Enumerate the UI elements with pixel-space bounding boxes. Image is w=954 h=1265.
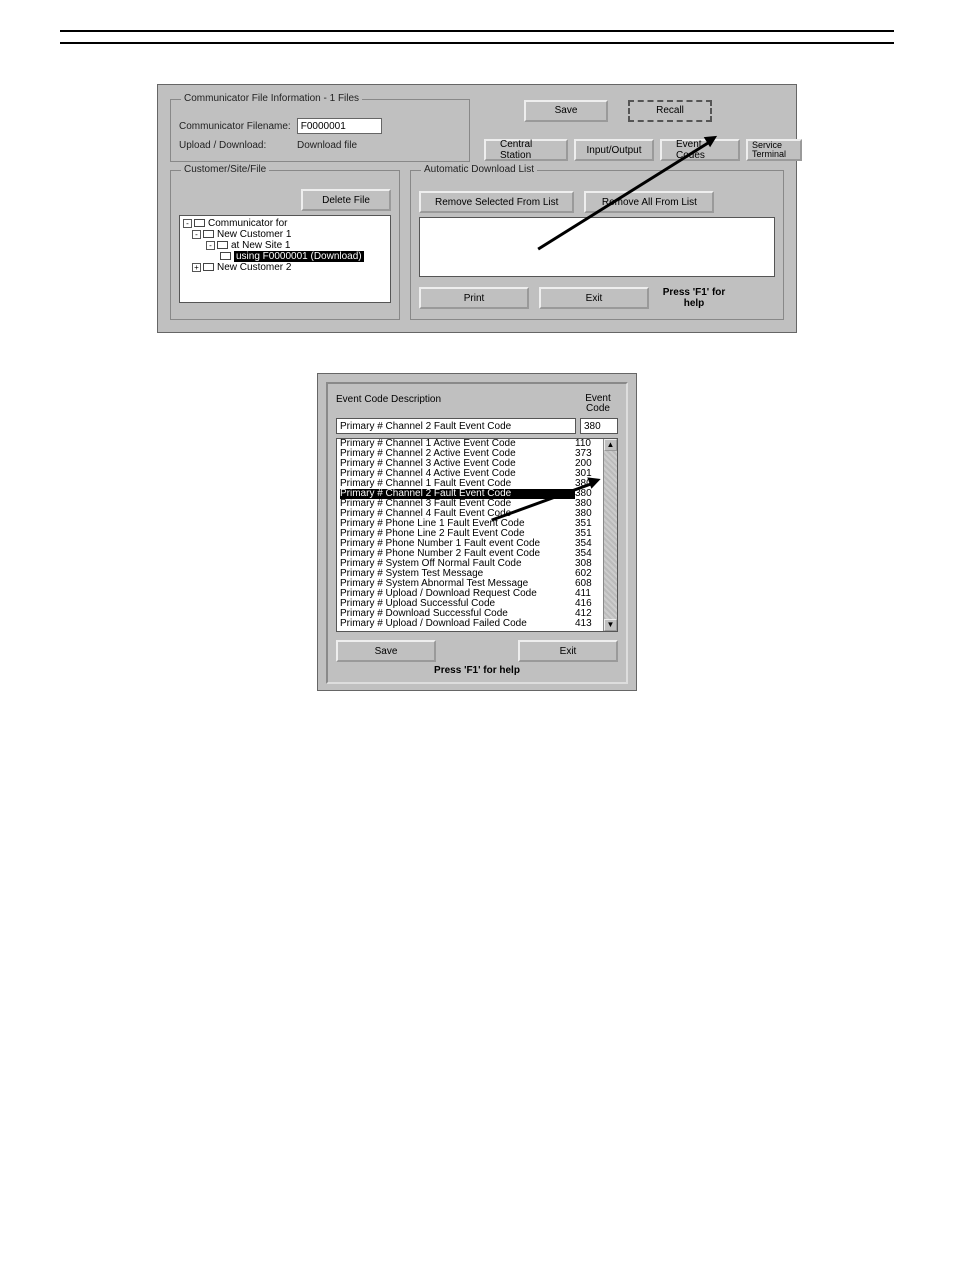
folder-icon bbox=[217, 241, 228, 249]
tab-service-terminal[interactable]: Service Terminal bbox=[746, 139, 802, 161]
list-item-code: 413 bbox=[575, 619, 603, 629]
filename-field[interactable]: F0000001 bbox=[297, 118, 382, 134]
document-page: Communicator File Information - 1 Files … bbox=[0, 30, 954, 1265]
top-right-area: Save Recall Central Station Input/Output… bbox=[484, 99, 802, 162]
save-button[interactable]: Save bbox=[336, 640, 436, 662]
screenshot-1-container: Communicator File Information - 1 Files … bbox=[157, 84, 797, 333]
screenshot-2-container: Event Code Description Event Code Primar… bbox=[317, 373, 637, 691]
file-info-legend: Communicator File Information - 1 Files bbox=[181, 93, 362, 104]
folder-icon bbox=[203, 263, 214, 271]
tab-central-station[interactable]: Central Station bbox=[484, 139, 568, 161]
customer-site-file-group: Customer/Site/File Delete File -Communic… bbox=[170, 170, 400, 320]
exit-button[interactable]: Exit bbox=[539, 287, 649, 309]
save-button[interactable]: Save bbox=[524, 100, 608, 122]
upload-label: Upload / Download: bbox=[179, 140, 291, 151]
list-item-desc: Primary # Upload / Download Failed Code bbox=[340, 619, 575, 629]
delete-file-button[interactable]: Delete File bbox=[301, 189, 391, 211]
current-desc-field[interactable]: Primary # Channel 2 Fault Event Code bbox=[336, 418, 576, 434]
folder-icon bbox=[203, 230, 214, 238]
code-header: Event Code bbox=[578, 394, 618, 414]
event-code-list[interactable]: Primary # Channel 1 Active Event Code110… bbox=[336, 438, 618, 632]
communicator-window: Communicator File Information - 1 Files … bbox=[157, 84, 797, 333]
tree-selected-file[interactable]: using F0000001 (Download) bbox=[234, 251, 364, 262]
customer-legend: Customer/Site/File bbox=[181, 164, 269, 175]
customer-tree[interactable]: -Communicator for -New Customer 1 -at Ne… bbox=[179, 215, 391, 303]
tree-customer-1: New Customer 1 bbox=[217, 229, 291, 240]
tree-toggle-icon[interactable]: + bbox=[192, 263, 201, 272]
desc-header: Event Code Description bbox=[336, 394, 441, 414]
event-codes-panel: Event Code Description Event Code Primar… bbox=[326, 382, 628, 684]
filename-label: Communicator Filename: bbox=[179, 121, 291, 132]
download-legend: Automatic Download List bbox=[421, 164, 537, 175]
remove-selected-button[interactable]: Remove Selected From List bbox=[419, 191, 574, 213]
upload-value: Download file bbox=[297, 140, 357, 151]
help-text: Press 'F1' for help bbox=[336, 665, 618, 676]
download-list[interactable] bbox=[419, 217, 775, 277]
scrollbar[interactable]: ▲ ▼ bbox=[603, 439, 617, 631]
exit-button[interactable]: Exit bbox=[518, 640, 618, 662]
tab-input-output[interactable]: Input/Output bbox=[574, 139, 654, 161]
file-info-group: Communicator File Information - 1 Files … bbox=[170, 99, 470, 162]
list-item[interactable]: Primary # Upload / Download Failed Code4… bbox=[337, 619, 617, 629]
tree-customer-2: New Customer 2 bbox=[217, 262, 291, 273]
recall-button[interactable]: Recall bbox=[628, 100, 712, 122]
print-button[interactable]: Print bbox=[419, 287, 529, 309]
help-text: Press 'F1' for help bbox=[659, 287, 729, 309]
scroll-track[interactable] bbox=[604, 451, 617, 619]
folder-icon bbox=[220, 252, 231, 260]
tree-toggle-icon[interactable]: - bbox=[206, 241, 215, 250]
tree-site-1: at New Site 1 bbox=[231, 240, 290, 251]
event-codes-window: Event Code Description Event Code Primar… bbox=[317, 373, 637, 691]
tree-toggle-icon[interactable]: - bbox=[192, 230, 201, 239]
current-code-field[interactable]: 380 bbox=[580, 418, 618, 434]
tab-event-codes[interactable]: Event Codes bbox=[660, 139, 740, 161]
top-rule bbox=[60, 30, 894, 32]
scroll-down-icon[interactable]: ▼ bbox=[604, 619, 617, 631]
auto-download-group: Automatic Download List Remove Selected … bbox=[410, 170, 784, 320]
scroll-up-icon[interactable]: ▲ bbox=[604, 439, 617, 451]
tree-root: Communicator for bbox=[208, 218, 287, 229]
tree-toggle-icon[interactable]: - bbox=[183, 219, 192, 228]
folder-icon bbox=[194, 219, 205, 227]
